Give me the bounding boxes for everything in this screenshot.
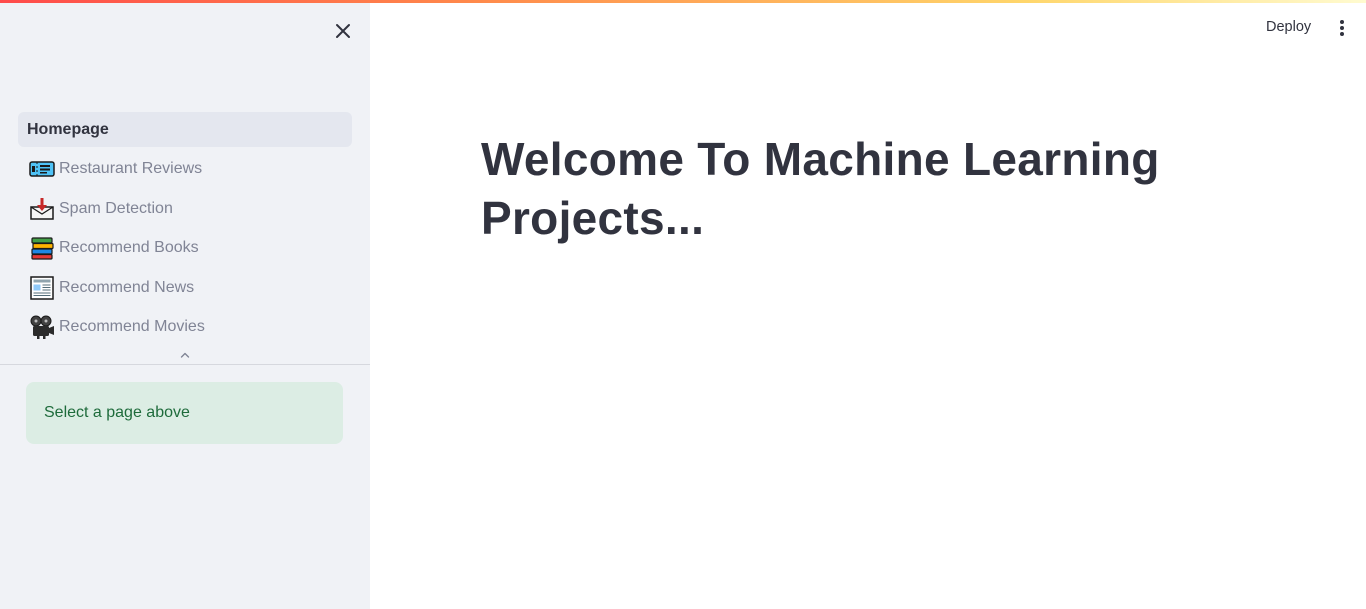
- more-options-icon[interactable]: [1332, 18, 1352, 38]
- inbox-tray-icon: [30, 197, 54, 220]
- sidebar: Homepage Restaurant Reviews Spam Detecti…: [0, 0, 370, 609]
- sidebar-item-spam-detection[interactable]: Spam Detection: [18, 191, 352, 226]
- sidebar-item-label: Spam Detection: [59, 199, 173, 217]
- sidebar-item-label: Recommend News: [59, 278, 195, 296]
- sidebar-nav: Homepage Restaurant Reviews Spam Detecti…: [18, 112, 352, 349]
- sidebar-item-recommend-books[interactable]: Recommend Books: [18, 231, 352, 266]
- sidebar-item-recommend-movies[interactable]: Recommend Movies: [18, 310, 352, 345]
- sidebar-item-homepage[interactable]: Homepage: [18, 112, 352, 147]
- film-projector-icon: [30, 315, 54, 339]
- top-accent-bar: [0, 0, 1366, 3]
- newspaper-icon: [30, 275, 54, 300]
- info-alert: Select a page above: [26, 382, 343, 444]
- books-icon: [31, 237, 54, 260]
- deploy-button[interactable]: Deploy: [1258, 19, 1319, 35]
- sidebar-divider: [0, 364, 370, 365]
- page-title: Welcome To Machine Learning Projects...: [481, 133, 1160, 244]
- sidebar-item-recommend-news[interactable]: Recommend News: [18, 270, 352, 305]
- sidebar-item-restaurant-reviews[interactable]: Restaurant Reviews: [18, 152, 352, 187]
- sidebar-item-label: Homepage: [27, 120, 109, 138]
- sidebar-item-label: Recommend Books: [59, 239, 199, 256]
- chevron-up-icon[interactable]: [178, 349, 192, 361]
- info-alert-text: Select a page above: [44, 404, 190, 421]
- sidebar-item-label: Recommend Movies: [59, 318, 205, 335]
- close-icon[interactable]: [332, 20, 354, 42]
- ticket-icon: [29, 161, 55, 177]
- sidebar-item-label: Restaurant Reviews: [59, 160, 203, 177]
